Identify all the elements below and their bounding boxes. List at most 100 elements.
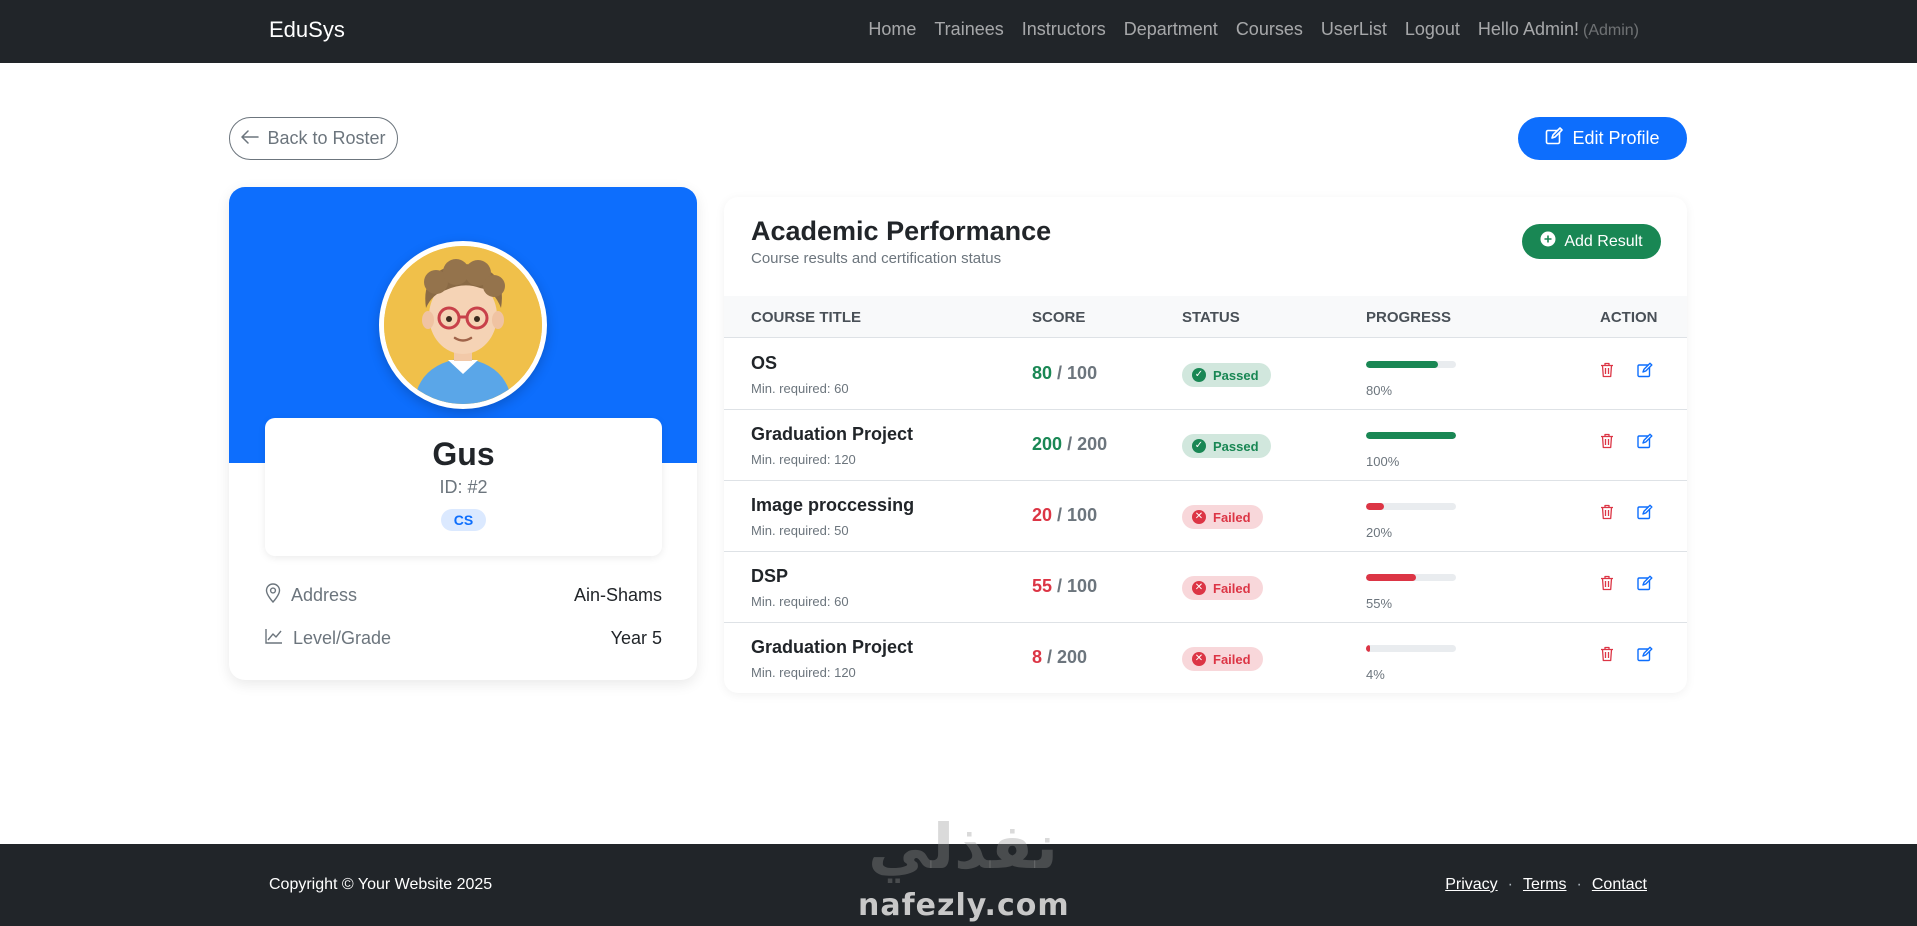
add-result-button[interactable]: Add Result: [1522, 224, 1661, 259]
performance-subtitle: Course results and certification status: [751, 250, 1002, 267]
nav-link-logout[interactable]: Logout: [1405, 19, 1460, 40]
status-text: Passed: [1213, 438, 1259, 454]
score-value: 55: [1032, 576, 1053, 596]
footer-link-terms[interactable]: Terms: [1523, 876, 1567, 894]
score-max: / 200: [1047, 647, 1088, 667]
student-name: Gus: [432, 436, 495, 472]
edit-result-button[interactable]: [1635, 433, 1655, 453]
edit-icon: [1637, 433, 1653, 454]
nav-link-userlist[interactable]: UserList: [1321, 19, 1387, 40]
col-score: SCORE: [1032, 309, 1086, 326]
status-badge: ✕ Failed: [1182, 576, 1263, 600]
progress-percent: 100%: [1366, 454, 1400, 469]
status-text: Failed: [1213, 651, 1251, 667]
status-badge: ✓ Passed: [1182, 434, 1271, 458]
progress-fill: [1366, 361, 1438, 368]
score-value: 20: [1032, 505, 1053, 525]
score-max: / 200: [1067, 434, 1108, 454]
greeting-text: Hello Admin!: [1477, 19, 1579, 39]
min-required: Min. required: 50: [751, 523, 849, 538]
back-to-roster-button[interactable]: Back to Roster: [229, 117, 398, 160]
min-required: Min. required: 120: [751, 665, 856, 680]
min-required: Min. required: 60: [751, 594, 849, 609]
geo-alt-icon: [265, 583, 281, 608]
min-required: Min. required: 60: [751, 381, 849, 396]
score: 80 / 100: [1032, 363, 1097, 384]
trash-icon: [1600, 433, 1614, 454]
level-label: Level/Grade: [293, 628, 392, 648]
nav-link-instructors[interactable]: Instructors: [1022, 19, 1106, 40]
nav-link-courses[interactable]: Courses: [1236, 19, 1303, 40]
nav-link-home[interactable]: Home: [868, 19, 916, 40]
footer-link-contact[interactable]: Contact: [1592, 876, 1647, 894]
delete-button[interactable]: [1597, 504, 1617, 524]
brand-logo[interactable]: EduSys: [269, 17, 345, 43]
score: 8 / 200: [1032, 647, 1087, 668]
nav-link-department[interactable]: Department: [1124, 19, 1218, 40]
score-max: / 100: [1057, 505, 1098, 525]
status-text: Passed: [1213, 367, 1259, 383]
table-row: DSP Min. required: 60 55 / 100 ✕ Failed 55%: [724, 552, 1687, 623]
status-text: Failed: [1213, 580, 1251, 596]
pencil-square-icon: [1545, 127, 1564, 150]
edit-icon: [1637, 362, 1653, 383]
course-title: Graduation Project: [751, 637, 914, 657]
progress-percent: 4%: [1366, 667, 1385, 682]
progress-bar: [1366, 574, 1456, 581]
progress-percent: 55%: [1366, 596, 1393, 611]
user-greeting: Hello Admin! (Admin): [1478, 19, 1639, 40]
check-circle-icon: ✓: [1192, 439, 1206, 453]
footer-link-privacy[interactable]: Privacy: [1445, 876, 1497, 894]
edit-result-button[interactable]: [1635, 575, 1655, 595]
col-action: ACTION: [1600, 309, 1658, 326]
x-circle-icon: ✕: [1192, 510, 1206, 524]
progress-bar: [1366, 503, 1456, 510]
nav-link-trainees[interactable]: Trainees: [934, 19, 1003, 40]
edit-result-button[interactable]: [1635, 504, 1655, 524]
delete-button[interactable]: [1597, 575, 1617, 595]
progress-fill: [1366, 574, 1416, 581]
progress-fill: [1366, 503, 1384, 510]
user-role: (Admin): [1582, 22, 1639, 39]
edit-icon: [1637, 646, 1653, 667]
edit-profile-button[interactable]: Edit Profile: [1518, 117, 1687, 160]
score: 200 / 200: [1032, 434, 1107, 455]
copyright-text: Copyright © Your Website 2025: [269, 876, 493, 893]
min-required: Min. required: 120: [751, 452, 856, 467]
progress-bar: [1366, 361, 1456, 368]
delete-button[interactable]: [1597, 646, 1617, 666]
trash-icon: [1600, 575, 1614, 596]
col-course-title: COURSE TITLE: [751, 309, 862, 326]
address-value: Ain-Shams: [573, 585, 662, 605]
plus-circle-icon: [1540, 231, 1556, 252]
delete-button[interactable]: [1597, 362, 1617, 382]
score: 20 / 100: [1032, 505, 1097, 526]
trash-icon: [1600, 504, 1614, 525]
delete-button[interactable]: [1597, 433, 1617, 453]
score-value: 8: [1032, 647, 1043, 667]
progress-bar: [1366, 645, 1456, 652]
course-title: Graduation Project: [751, 424, 914, 444]
profile-card: Gus ID: #2 CS Address Ain-Shams Level/Gr…: [229, 187, 697, 680]
edit-result-button[interactable]: [1635, 646, 1655, 666]
performance-title: Academic Performance: [751, 216, 1052, 246]
footer-separator: ·: [1576, 876, 1582, 893]
nav-links: Home Trainees Instructors Department Cou…: [868, 19, 1639, 40]
department-badge: CS: [440, 509, 487, 531]
edit-result-button[interactable]: [1635, 362, 1655, 382]
score-value: 80: [1032, 363, 1053, 383]
score-max: / 100: [1057, 363, 1098, 383]
level-label-wrap: Level/Grade: [265, 628, 391, 649]
x-circle-icon: ✕: [1192, 581, 1206, 595]
footer: Copyright © Your Website 2025 Privacy · …: [0, 844, 1917, 926]
table-header: COURSE TITLE SCORE STATUS PROGRESS ACTIO…: [724, 296, 1687, 338]
trash-icon: [1600, 646, 1614, 667]
trash-icon: [1600, 362, 1614, 383]
course-title: Image proccessing: [751, 495, 915, 515]
arrow-left-icon: [241, 128, 260, 149]
student-id: ID: #2: [439, 477, 488, 497]
level-value: Year 5: [610, 628, 662, 648]
edit-icon: [1637, 504, 1653, 525]
academic-performance-card: Academic Performance Course results and …: [724, 197, 1687, 693]
add-result-label: Add Result: [1564, 232, 1643, 250]
